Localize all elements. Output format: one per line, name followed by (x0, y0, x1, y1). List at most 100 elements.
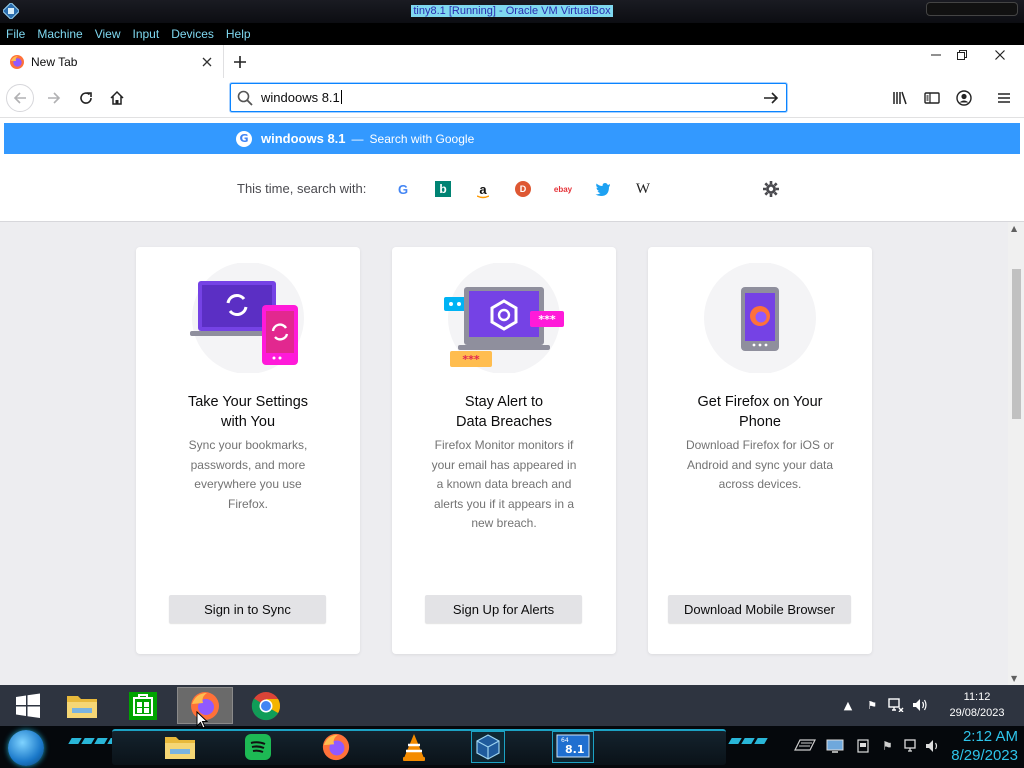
monitor-card: *** *** Stay Alert to Data Breaches Firef… (392, 247, 616, 654)
twitter-engine-icon[interactable] (593, 180, 613, 198)
dock-file-explorer[interactable] (163, 731, 197, 763)
windows-start-button[interactable] (0, 687, 56, 724)
host-keyboard-icon[interactable] (794, 739, 816, 754)
download-mobile-browser-button[interactable]: Download Mobile Browser (668, 595, 851, 623)
restore-button[interactable] (946, 45, 978, 65)
network-icon[interactable] (888, 697, 904, 713)
home-button[interactable] (103, 85, 131, 111)
hamburger-icon (998, 93, 1010, 103)
close-window-button[interactable] (984, 45, 1016, 65)
forward-button[interactable] (40, 85, 68, 111)
go-button[interactable] (760, 88, 782, 108)
window-title: tiny8.1 [Running] - Oracle VM VirtualBox (411, 5, 613, 17)
guest-clock-time: 11:12 (963, 691, 991, 703)
chrome-icon (251, 691, 280, 720)
menu-file[interactable]: File (0, 27, 31, 41)
google-engine-icon[interactable]: G (393, 180, 413, 198)
one-off-label: This time, search with: (237, 181, 367, 196)
virtualbox-menu-bar: File Machine View Input Devices Help (0, 23, 1024, 45)
tab-label: New Tab (31, 54, 78, 69)
taskbar-chrome[interactable] (238, 687, 294, 724)
menu-machine[interactable]: Machine (31, 27, 88, 41)
page-scrollbar[interactable]: ▲ ▼ (1008, 222, 1024, 685)
sync-card-description: Sync your bookmarks, passwords, and more… (188, 438, 308, 511)
search-suggestions-popup: G windoows 8.1 — Search with Google This… (0, 118, 1024, 222)
art-password-badge: *** (538, 313, 556, 326)
dock-spotify[interactable] (241, 731, 275, 763)
host-window-controls[interactable] (926, 2, 1018, 16)
taskbar-windows-store[interactable] (115, 687, 171, 724)
tab-new-tab[interactable]: New Tab (0, 45, 224, 78)
bing-engine-icon[interactable]: b (433, 180, 453, 198)
tab-strip: New Tab (0, 45, 1024, 78)
sign-up-for-alerts-button[interactable]: Sign Up for Alerts (425, 595, 582, 623)
mobile-card-title: Get Firefox on Your Phone (697, 394, 823, 430)
volume-icon[interactable] (912, 697, 928, 713)
library-button[interactable] (886, 85, 914, 111)
vlc-icon (403, 734, 425, 761)
virtualbox-title-bar: tiny8.1 [Running] - Oracle VM VirtualBox (0, 0, 1024, 23)
menu-view[interactable]: View (89, 27, 127, 41)
dock-vlc[interactable] (397, 731, 431, 763)
guest-taskbar: ▲ ⚑ 11:12 29/08/2023 (0, 685, 1024, 726)
search-settings-button[interactable] (760, 178, 782, 200)
gear-icon (763, 181, 779, 197)
duckduckgo-engine-icon[interactable]: D (513, 180, 533, 198)
host-clock[interactable]: 2:12 AM 8/29/2023 (928, 727, 1018, 765)
svg-text:8.1: 8.1 (565, 743, 585, 756)
amazon-engine-icon[interactable]: a (473, 180, 493, 199)
host-network-icon[interactable] (904, 739, 920, 756)
menu-input[interactable]: Input (127, 27, 166, 41)
url-bar[interactable]: windoows 8.1 (230, 83, 787, 112)
dock-virtualbox[interactable] (471, 731, 505, 763)
store-icon (129, 691, 157, 720)
menu-button[interactable] (990, 85, 1018, 111)
mobile-card: Get Firefox on Your Phone Download Firefo… (648, 247, 872, 654)
sign-in-to-sync-button[interactable]: Sign in to Sync (169, 595, 326, 623)
dock-firefox[interactable] (319, 731, 353, 763)
guest-clock[interactable]: 11:12 29/08/2023 (940, 689, 1014, 721)
dock-windows-8-vm[interactable]: 64 8.1 (552, 731, 594, 763)
wikipedia-engine-icon[interactable]: W (633, 180, 653, 198)
mouse-cursor-icon (196, 711, 208, 729)
action-center-flag-icon[interactable]: ⚑ (864, 697, 880, 713)
firefox-icon (322, 733, 350, 761)
sidebar-button[interactable] (918, 85, 946, 111)
spotify-icon (245, 734, 271, 760)
url-input[interactable]: windoows 8.1 (261, 90, 342, 105)
host-usb-icon[interactable] (856, 739, 870, 756)
scroll-down-arrow[interactable]: ▼ (1011, 674, 1017, 683)
account-icon (956, 90, 972, 106)
menu-devices[interactable]: Devices (165, 27, 220, 41)
ebay-engine-icon[interactable]: ebay (553, 180, 573, 198)
folder-icon (67, 695, 97, 718)
reload-button[interactable] (72, 85, 100, 111)
suggestion-query: windoows 8.1 (261, 131, 346, 146)
google-icon: G (236, 130, 252, 147)
close-tab-icon[interactable] (197, 52, 217, 72)
new-tab-button[interactable] (228, 51, 252, 73)
suggestion-separator: — (351, 131, 364, 146)
back-button[interactable] (6, 84, 34, 112)
suggestion-action: Search with Google (369, 131, 475, 146)
scrollbar-thumb[interactable] (1012, 269, 1021, 419)
host-display-icon[interactable] (826, 739, 844, 756)
host-start-orb[interactable] (8, 730, 44, 766)
host-clock-time: 2:12 AM (962, 728, 1018, 745)
taskbar-file-explorer[interactable] (54, 687, 110, 724)
scroll-up-arrow[interactable]: ▲ (1011, 224, 1017, 233)
go-arrow-icon (764, 92, 779, 104)
show-hidden-icons-arrow[interactable]: ▲ (840, 697, 856, 713)
back-arrow-icon (13, 92, 26, 104)
search-icon (237, 90, 253, 106)
host-dock: 64 8.1 ⚑ 2:12 AM 8/29/2023 (0, 726, 1024, 768)
suggestion-row[interactable]: G windoows 8.1 — Search with Google (4, 123, 1020, 154)
menu-help[interactable]: Help (220, 27, 257, 41)
data-breach-illustration: *** *** (444, 263, 564, 373)
sync-card-title: Take Your Settings with You (187, 394, 309, 430)
monitor-card-title: Stay Alert to Data Breaches (456, 394, 552, 430)
sync-devices-illustration (190, 263, 304, 373)
account-button[interactable] (950, 85, 978, 111)
mobile-card-description: Download Firefox for iOS or Android and … (685, 438, 835, 491)
host-flag-icon[interactable]: ⚑ (882, 739, 893, 753)
